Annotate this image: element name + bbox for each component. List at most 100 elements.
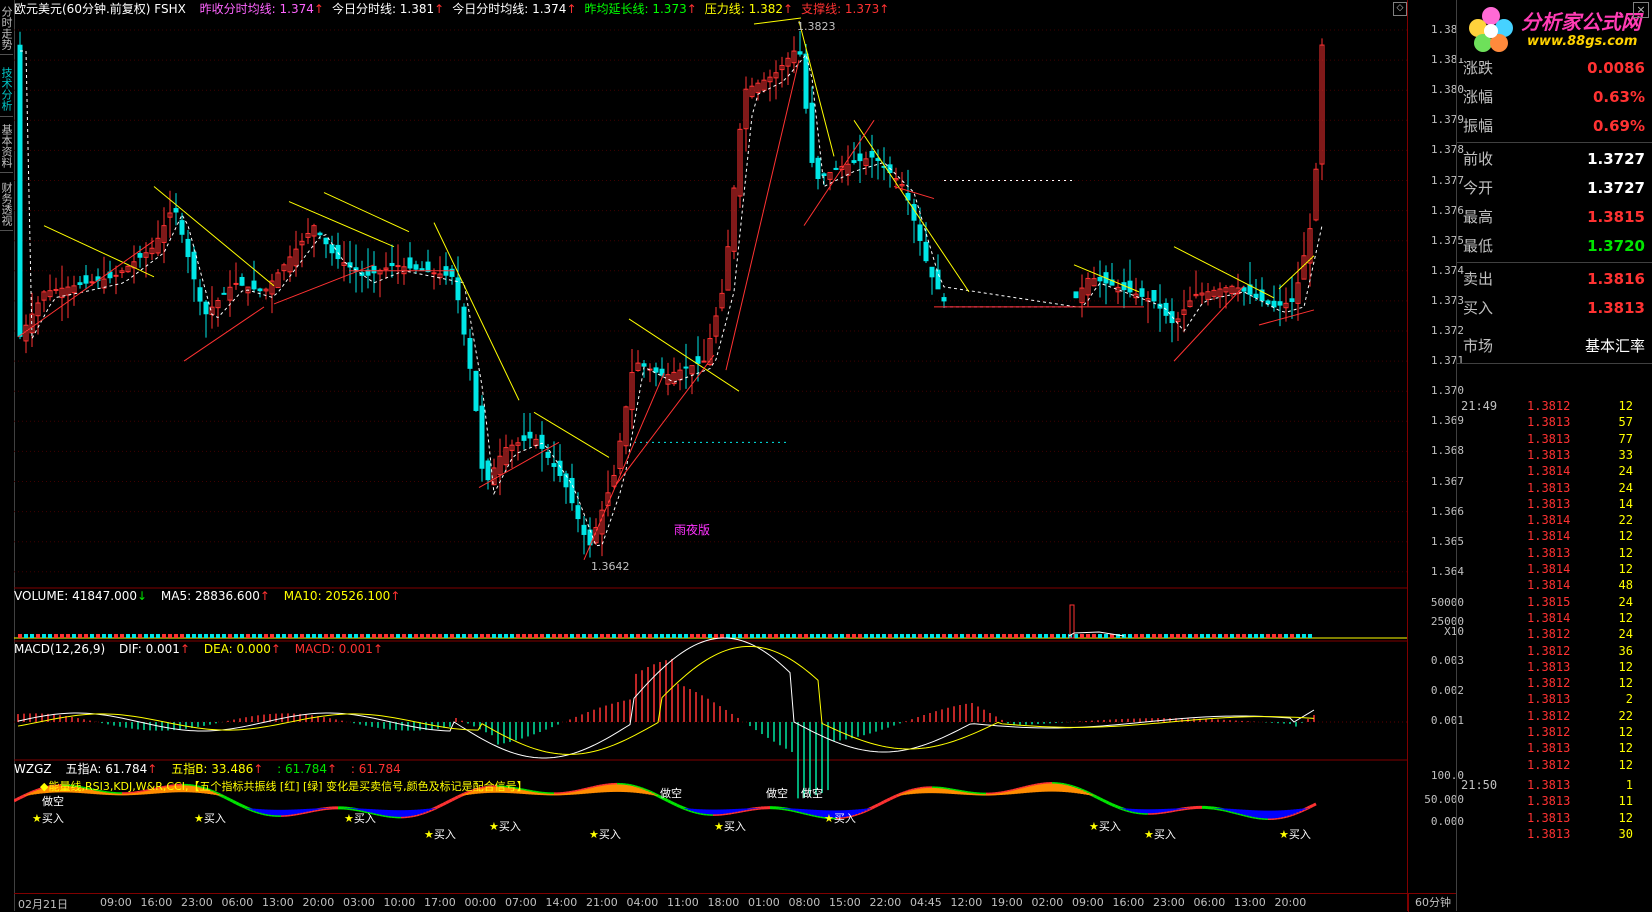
quote-value: 1.3813 (1587, 294, 1645, 323)
candle-body (522, 436, 526, 441)
period-selector[interactable]: 60分钟 (1408, 893, 1457, 912)
candle-body (546, 452, 550, 457)
wzgz-line (884, 800, 887, 802)
volume-bar (102, 634, 106, 638)
time-axis-label: 13:00 (1234, 896, 1266, 909)
volume-bar (1260, 634, 1264, 638)
volume-bar (636, 634, 640, 638)
volume-bar (222, 634, 226, 638)
volume-bar (744, 634, 748, 638)
volume-bar (426, 634, 430, 638)
candle-body (1128, 281, 1132, 292)
volume-bar (1284, 634, 1288, 638)
quote-value: 0.69% (1593, 112, 1645, 141)
wzgz-line (875, 805, 878, 806)
volume-bar (822, 634, 826, 638)
candle-body (336, 245, 340, 258)
tab-intraday[interactable]: 分时走势 (0, 2, 13, 55)
tick-row: 21:491.381212 (1457, 398, 1652, 414)
tick-volume: 12 (1619, 659, 1633, 675)
tab-technical[interactable]: 技术分析 (0, 62, 13, 117)
volume-bar (1164, 634, 1168, 638)
volume-bar (66, 634, 70, 638)
quote-value: 1.3720 (1587, 232, 1645, 261)
tick-price: 1.3813 (1527, 691, 1570, 707)
buy-signal-label: 买入 (599, 828, 621, 841)
volume-title: VOLUME: 41847.000 (14, 589, 137, 603)
buy-signal: ★买入 (1144, 826, 1176, 842)
chart-settings-icon[interactable]: ◇ (1393, 2, 1407, 16)
star-icon: ★ (32, 812, 42, 825)
volume-bar (366, 634, 370, 638)
tick-row: 1.381236 (1457, 643, 1652, 659)
wzgz-b-arrow: ↑ (253, 762, 263, 776)
time-axis-label: 00:00 (465, 896, 497, 909)
volume-bar (1098, 634, 1102, 638)
volume-bar (108, 634, 112, 638)
tick-row: 1.381424 (1457, 463, 1652, 479)
volume-bar (234, 634, 238, 638)
volume-bar (732, 634, 736, 638)
wzgz-c-arrow: ↑ (327, 762, 337, 776)
tab-finance[interactable]: 财务透视 (0, 178, 13, 231)
tab-basic-info[interactable]: 基本资料 (0, 120, 13, 173)
volume-bar (786, 634, 790, 638)
low-marker: 1.3642 (591, 560, 630, 573)
tick-volume: 36 (1619, 643, 1633, 659)
volume-bar (702, 634, 706, 638)
tick-row: 1.381330 (1457, 826, 1652, 842)
quote-row: 涨跌0.0086 (1457, 54, 1652, 83)
tick-row: 1.381212 (1457, 757, 1652, 773)
volume-bar (294, 634, 298, 638)
macd-dif: DIF: 0.001 (119, 642, 180, 656)
volume-bar (882, 634, 886, 638)
volume-bar (552, 634, 556, 638)
candle-body (372, 266, 376, 272)
star-icon: ★ (1279, 828, 1289, 841)
wzgz-line (881, 802, 884, 804)
time-axis-label: 18:00 (708, 896, 740, 909)
candle-body (252, 281, 256, 289)
volume-bar (114, 634, 118, 638)
volume-bar (900, 634, 904, 638)
volume-bar (414, 634, 418, 638)
volume-ma5: MA5: 28836.600 (161, 589, 260, 603)
volume-bar (852, 634, 856, 638)
quote-value: 0.63% (1593, 83, 1645, 112)
candle-body (420, 269, 424, 271)
candle-body (582, 525, 586, 534)
volume-bar (264, 634, 268, 638)
volume-bar (678, 634, 682, 638)
tick-row: 1.38132 (1457, 691, 1652, 707)
candle-body (924, 242, 928, 260)
quote-label: 前收 (1463, 145, 1493, 174)
volume-bar (1194, 634, 1198, 638)
close-icon[interactable]: × (1633, 2, 1649, 18)
info-panel: 分析家公式网 www.88gs.com × 涨跌0.0086涨幅0.63%振幅0… (1456, 0, 1652, 911)
volume-bar (954, 634, 958, 638)
volume-bar (516, 634, 520, 638)
candle-body (324, 238, 328, 243)
chart-area[interactable]: 欧元美元(60分钟.前复权) FSHX 昨收分时均线: 1.374↑今日分时线:… (14, 0, 1407, 911)
volume-bar (558, 634, 562, 638)
star-icon: ★ (344, 812, 354, 825)
sell-signal-label: 做空 (766, 785, 788, 801)
volume-bar (972, 634, 976, 638)
volume-bar (1236, 634, 1240, 638)
wzgz-line (443, 803, 446, 805)
wzgz-line (446, 801, 449, 803)
volume-bar (960, 634, 964, 638)
volume-bar (84, 634, 88, 638)
volume-bar (156, 634, 160, 638)
volume-bar (276, 634, 280, 638)
volume-arrow: ↓ (137, 589, 147, 603)
pressure-line (854, 120, 969, 292)
candle-body (936, 270, 940, 289)
tick-row: 1.381333 (1457, 447, 1652, 463)
tick-price: 1.3812 (1527, 757, 1570, 773)
sell-signal-label: 做空 (42, 793, 64, 809)
volume-bar (570, 634, 574, 638)
volume-bar (438, 634, 442, 638)
time-axis-label: 12:00 (951, 896, 983, 909)
candle-body (930, 267, 934, 277)
